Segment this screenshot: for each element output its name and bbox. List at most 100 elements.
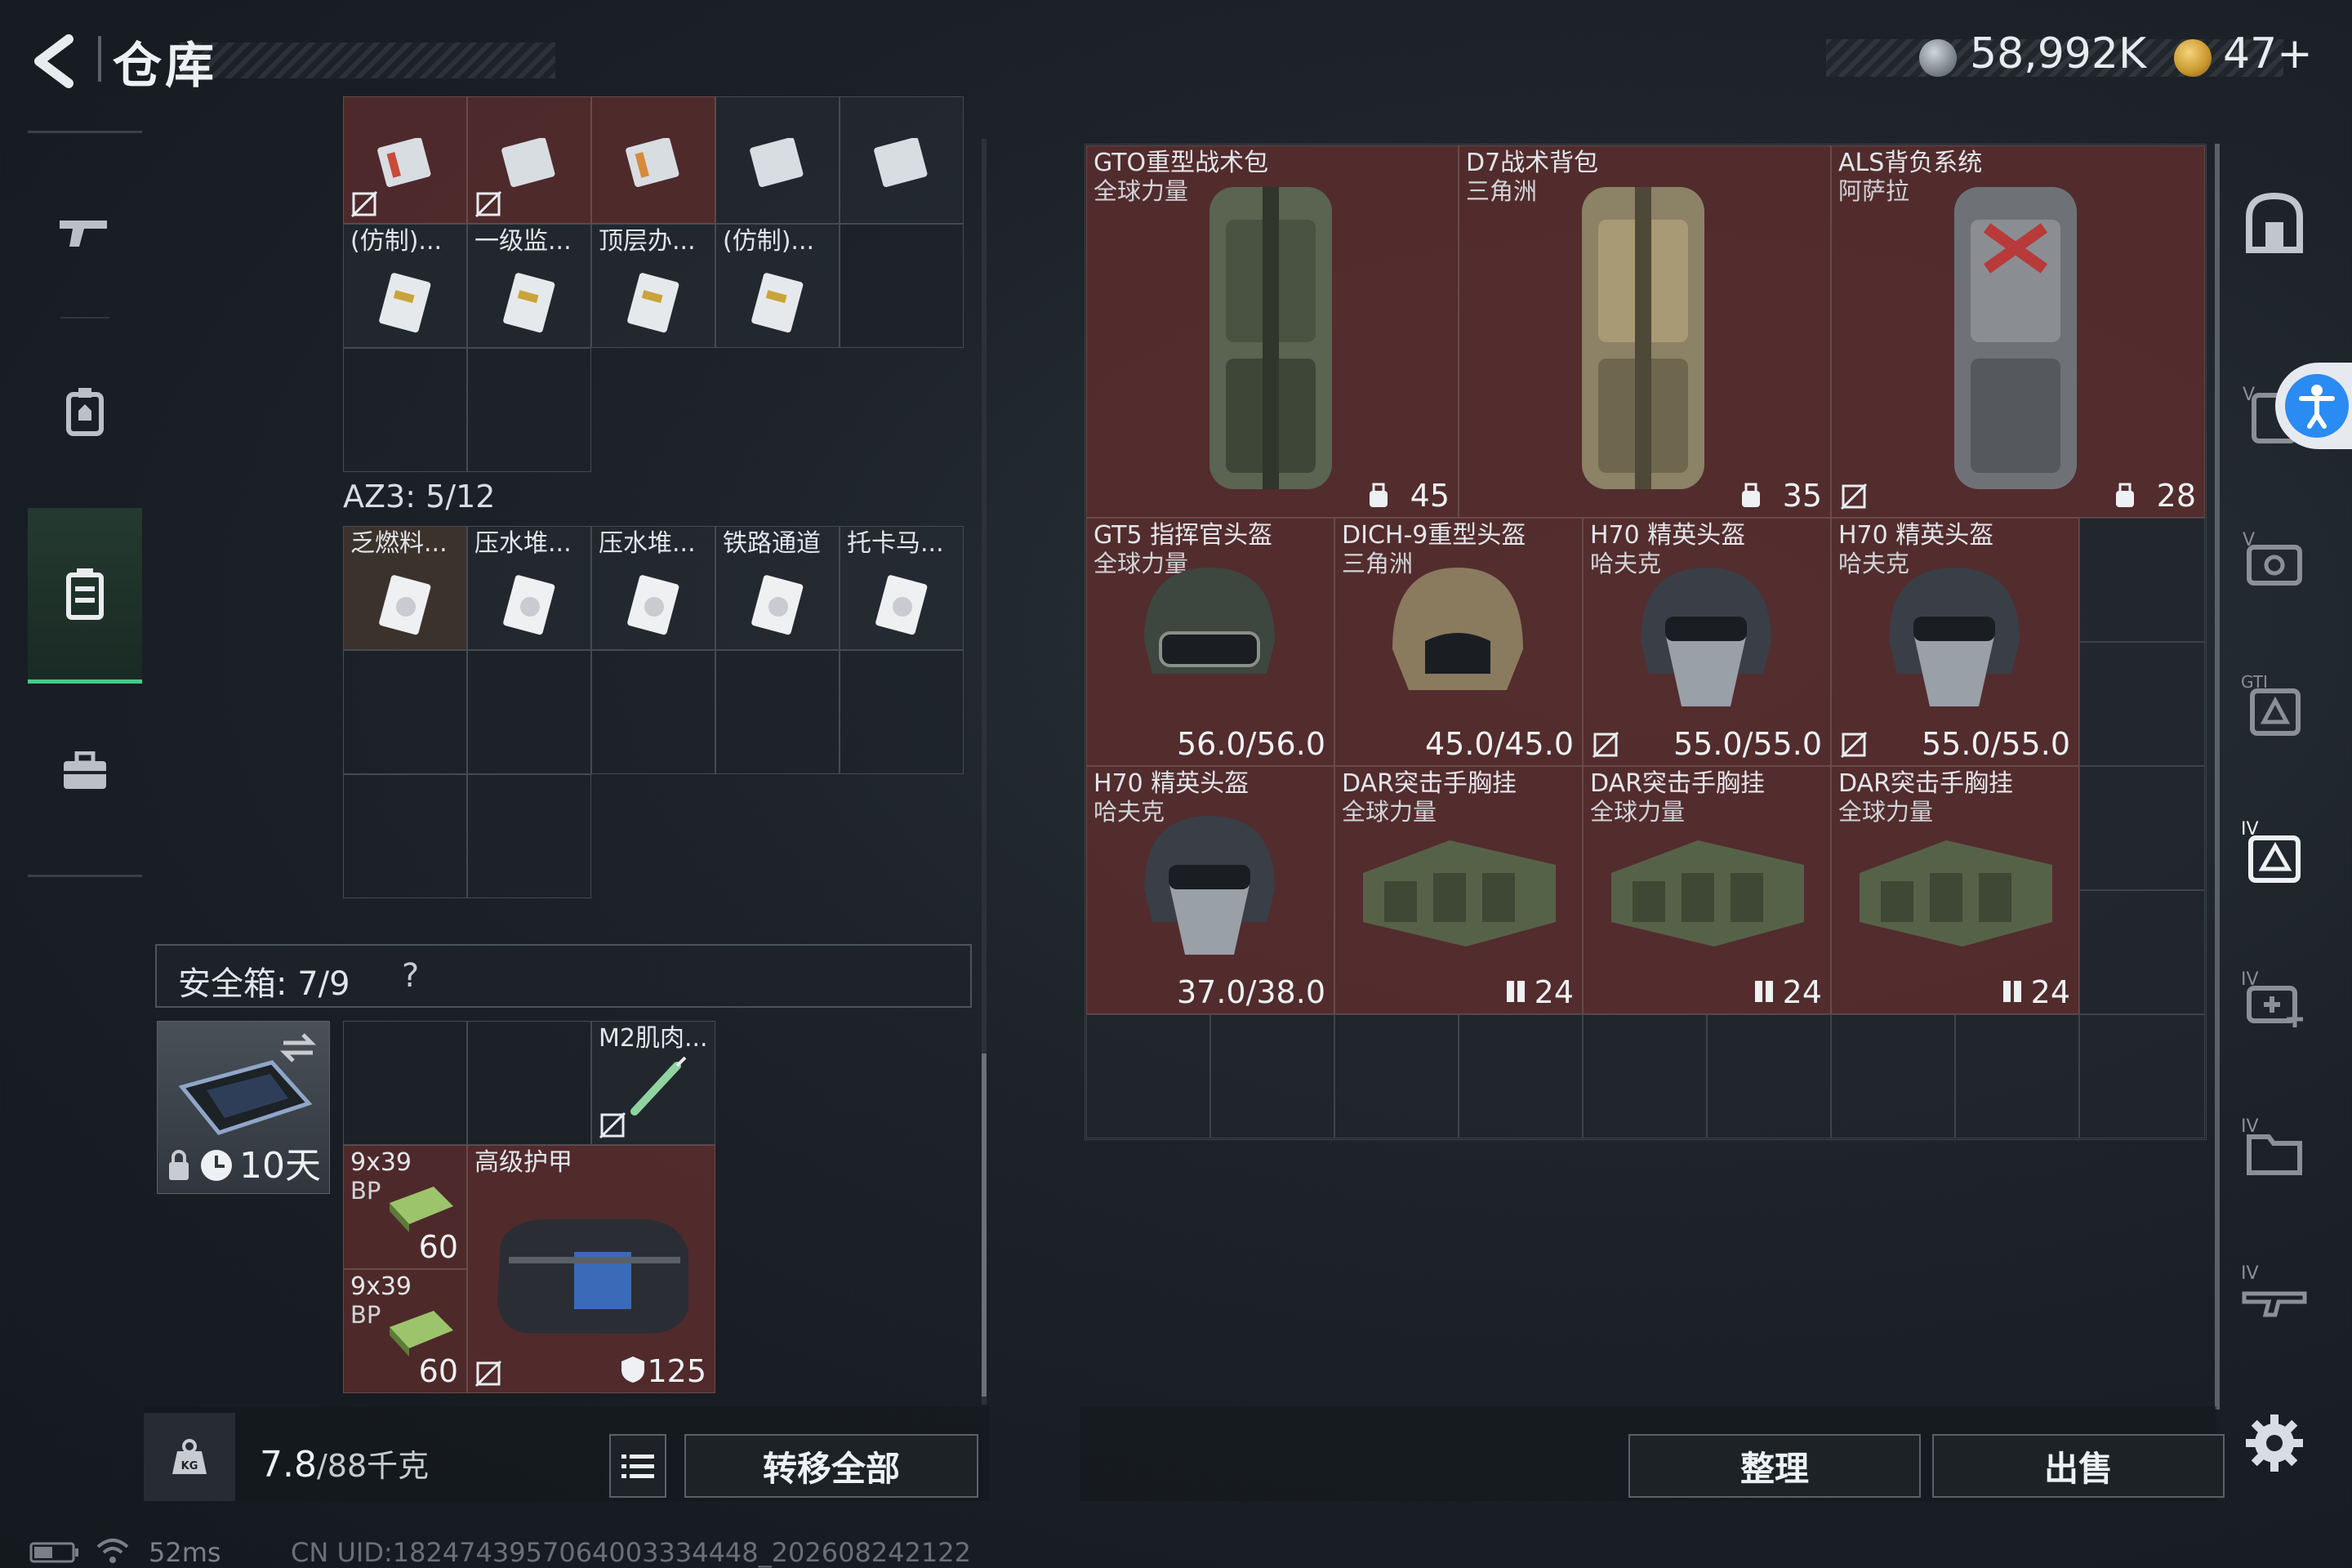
item-durability: 55.0/55.0: [1673, 726, 1822, 762]
storage-item-backpack[interactable]: GTO重型战术包 全球力量 45: [1086, 145, 1459, 518]
grid-item-document[interactable]: [343, 96, 467, 224]
sort-button[interactable]: 整理: [1628, 1434, 1921, 1498]
header-divider: [98, 36, 101, 82]
grid-slot-empty[interactable]: [1955, 1014, 2079, 1138]
grid-item-az3[interactable]: 压水堆...: [467, 526, 591, 650]
silver-coin-icon: [1919, 39, 1957, 77]
grid-item-az3[interactable]: 托卡马...: [840, 526, 964, 650]
grid-slot-empty[interactable]: [1831, 1014, 1955, 1138]
item-name: H70 精英头盔: [1094, 770, 1250, 798]
ammo-name: 9x39: [350, 1149, 412, 1177]
grid-slot-empty[interactable]: [1707, 1014, 1831, 1138]
grid-slot-empty[interactable]: [2079, 766, 2205, 890]
item-label: 铁路通道: [723, 530, 821, 558]
document-icon: [750, 138, 804, 187]
item-label: DAR突击手胸挂 全球力量: [1838, 770, 2013, 826]
grid-slot-empty[interactable]: [591, 650, 715, 774]
storage-item-chestrig[interactable]: DAR突击手胸挂 全球力量 24: [1583, 766, 1831, 1014]
title-hatch-decoration: [180, 42, 555, 78]
grid-item-az3[interactable]: 压水堆...: [591, 526, 715, 650]
nav-storage-tab-medical[interactable]: IV: [2238, 964, 2311, 1037]
grid-slot-empty[interactable]: [2079, 1014, 2205, 1138]
item-name: H70 精英头盔: [1838, 522, 1994, 550]
storage-item-backpack[interactable]: D7战术背包 三角洲 35: [1459, 145, 1831, 518]
grid-slot-empty[interactable]: [1459, 1014, 1583, 1138]
settings-button[interactable]: [2238, 1406, 2311, 1480]
grid-slot-empty[interactable]: [343, 650, 467, 774]
storage-item-chestrig[interactable]: DAR突击手胸挂 全球力量 24: [1831, 766, 2079, 1014]
storage-item-backpack[interactable]: ALS背负系统 阿萨拉 28: [1831, 145, 2205, 518]
right-scrollbar[interactable]: [2215, 144, 2220, 1410]
nav-storage-tab-v2[interactable]: V: [2238, 523, 2311, 596]
sell-button[interactable]: 出售: [1932, 1434, 2225, 1498]
nav-storage-tab-weapons[interactable]: IV: [2238, 1258, 2311, 1331]
safebox-item-m2[interactable]: M2肌肉...: [591, 1021, 715, 1145]
grid-item-keycard[interactable]: 一级监...: [467, 224, 591, 348]
list-view-button[interactable]: [609, 1434, 666, 1498]
item-name: DICH-9重型头盔: [1342, 522, 1526, 550]
grid-slot-empty[interactable]: [1086, 1014, 1210, 1138]
safebox-help-icon[interactable]: ?: [402, 957, 419, 995]
grid-slot-empty[interactable]: [2079, 890, 2205, 1014]
storage-item-helmet[interactable]: GT5 指挥官头盔 全球力量 56.0/56.0: [1086, 518, 1334, 766]
nav-briefcase[interactable]: [28, 686, 142, 858]
ammo-box-icon: [390, 1311, 453, 1356]
weight-icon: KG: [172, 1439, 207, 1474]
storage-item-helmet[interactable]: DICH-9重型头盔 三角洲 45.0/45.0: [1334, 518, 1583, 766]
currency-gold-amount[interactable]: 47+: [2223, 29, 2313, 78]
grid-slot-empty[interactable]: [1583, 1014, 1707, 1138]
ammo-sub: BP: [350, 1176, 381, 1205]
item-label: 一级监...: [474, 228, 572, 256]
nav-storage-home[interactable]: [2238, 185, 2311, 258]
grid-slot-empty[interactable]: [343, 348, 467, 472]
left-scrollbar-thumb[interactable]: [982, 1054, 987, 1396]
safebox-item-ammo[interactable]: 9x39 BP 60: [343, 1269, 467, 1393]
grid-slot-empty[interactable]: [467, 774, 591, 898]
grid-item-document[interactable]: [467, 96, 591, 224]
grid-slot-empty[interactable]: [1210, 1014, 1334, 1138]
grid-item-az3[interactable]: 铁路通道: [715, 526, 840, 650]
accessibility-tab[interactable]: [2275, 363, 2352, 449]
storage-item-chestrig[interactable]: DAR突击手胸挂 全球力量 24: [1334, 766, 1583, 1014]
safebox-slot-empty[interactable]: [343, 1021, 467, 1145]
item-durability: 56.0/56.0: [1176, 726, 1325, 762]
safebox-item-ammo[interactable]: 9x39 BP 60: [343, 1145, 467, 1269]
grid-item-document[interactable]: [715, 96, 840, 224]
nav-storage-tab-iv[interactable]: IV: [2238, 817, 2311, 890]
safebox-item-armor[interactable]: 高级护甲 125: [467, 1145, 715, 1393]
nav-storage-tab-gti[interactable]: GTI: [2238, 670, 2311, 743]
storage-item-helmet[interactable]: H70 精英头盔 哈夫克 55.0/55.0: [1831, 518, 2079, 766]
safebox-container[interactable]: 10天: [157, 1021, 330, 1194]
nav-storage[interactable]: [28, 508, 142, 684]
grid-slot-empty[interactable]: [467, 348, 591, 472]
transfer-all-button[interactable]: 转移全部: [684, 1434, 978, 1498]
wifi-icon: [96, 1539, 129, 1563]
storage-item-helmet[interactable]: H70 精英头盔 哈夫克 37.0/38.0: [1086, 766, 1334, 1014]
grid-item-document[interactable]: [840, 96, 964, 224]
grid-slot-empty[interactable]: [2079, 642, 2205, 766]
grid-slot-empty[interactable]: [715, 650, 840, 774]
nav-storage-tab-docs[interactable]: IV: [2238, 1111, 2311, 1184]
grid-slot-empty[interactable]: [343, 774, 467, 898]
grid-item-keycard[interactable]: (仿制)...: [715, 224, 840, 348]
gear-tab-icon: GTI: [2241, 672, 2301, 736]
nav-weapons[interactable]: [28, 147, 142, 318]
storage-item-helmet[interactable]: H70 精英头盔 哈夫克 55.0/55.0: [1583, 518, 1831, 766]
back-button[interactable]: [26, 33, 83, 90]
grid-slot-empty[interactable]: [1334, 1014, 1459, 1138]
safebox-slot-empty[interactable]: [467, 1021, 591, 1145]
grid-item-az3[interactable]: 乏燃料...: [343, 526, 467, 650]
grid-slot-empty[interactable]: [2079, 518, 2205, 642]
nav-equipment[interactable]: [28, 327, 142, 498]
grid-item-document[interactable]: [591, 96, 715, 224]
grid-slot-empty[interactable]: [840, 224, 964, 348]
ammo-box-icon: [390, 1187, 453, 1232]
helmet-icon: [1144, 568, 1275, 674]
shield-icon: [621, 1356, 644, 1383]
backpack-icon: [1954, 187, 2077, 489]
grid-slot-empty[interactable]: [467, 650, 591, 774]
grid-item-keycard[interactable]: (仿制)...: [343, 224, 467, 348]
vest-icon: [66, 388, 104, 436]
grid-slot-empty[interactable]: [840, 650, 964, 774]
grid-item-keycard[interactable]: 顶层办...: [591, 224, 715, 348]
